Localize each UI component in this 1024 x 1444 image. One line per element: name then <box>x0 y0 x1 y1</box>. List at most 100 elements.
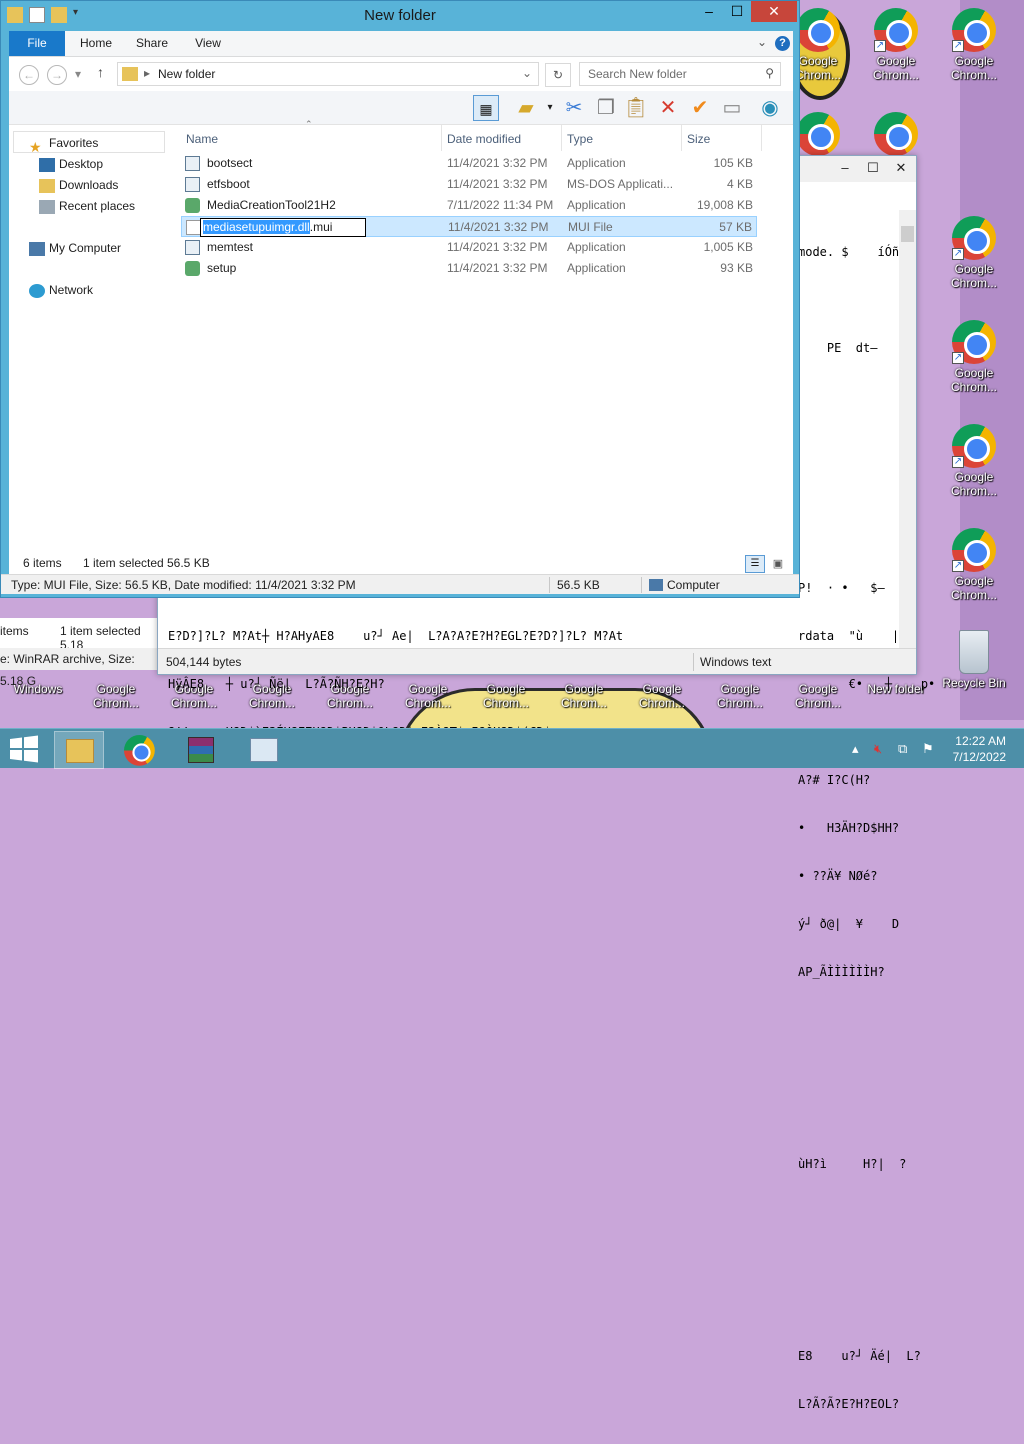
nav-favorites[interactable]: ★ Favorites <box>29 133 98 155</box>
chevron-down-icon[interactable]: ⌄ <box>522 66 532 80</box>
cut-icon[interactable]: ✂ <box>561 95 587 121</box>
column-header-size[interactable]: Size <box>687 129 710 149</box>
recent-locations-icon[interactable]: ▾ <box>75 67 81 81</box>
taskbar-winrar[interactable] <box>176 731 226 769</box>
explorer-window[interactable]: ▾ New folder – ☐ ✕ File Home Share View … <box>0 0 800 598</box>
taskbar-control-panel[interactable] <box>238 731 288 769</box>
desktop-icon-chrome[interactable]: ↗ Google Chrom... <box>939 528 1009 602</box>
network-icon <box>29 283 45 298</box>
background-explorer-window[interactable]: items 1 item selected 5.18 e: WinRAR arc… <box>0 618 160 688</box>
network-icon[interactable]: ⧉ <box>898 741 907 757</box>
tab-view[interactable]: View <box>185 31 231 56</box>
file-row-selected[interactable]: mediasetupuimgr.dll.mui 11/4/2021 3:32 P… <box>181 216 757 237</box>
desktop-icon-chrome[interactable]: ↗ Google Chrom... <box>939 216 1009 290</box>
show-hidden-icons[interactable]: ▴ <box>852 741 859 757</box>
nav-recent-places[interactable]: Recent places <box>39 196 135 216</box>
clock[interactable]: 12:22 AM 7/12/2022 <box>953 733 1006 765</box>
refresh-button[interactable]: ↻ <box>545 63 571 87</box>
tab-home[interactable]: Home <box>73 31 119 56</box>
column-header-date[interactable]: Date modified <box>447 129 521 149</box>
desktop-icon-chrome[interactable]: Google Chrom... <box>627 682 697 710</box>
delete-icon[interactable]: ✕ <box>655 95 681 121</box>
search-icon[interactable]: ⚲ <box>765 66 774 80</box>
desktop-icon-chrome[interactable]: ↗ Google Chrom... <box>939 320 1009 394</box>
status-selected: 1 item selected <box>83 556 164 570</box>
nav-desktop[interactable]: Desktop <box>39 154 103 174</box>
globe-icon[interactable]: ◉ <box>757 95 783 121</box>
titlebar[interactable]: ▾ New folder – ☐ ✕ <box>1 1 799 31</box>
nav-downloads[interactable]: Downloads <box>39 175 118 195</box>
back-button[interactable]: ← <box>19 65 39 85</box>
status-item-count: items <box>0 624 29 638</box>
minimize-button[interactable]: – <box>695 1 723 22</box>
scrollbar-thumb[interactable] <box>901 226 914 242</box>
volume-muted-icon[interactable]: 🔇︎ <box>874 741 882 757</box>
taskbar: ▴ 🔇︎ ⧉ ⚑ 12:22 AM 7/12/2022 <box>0 728 1024 769</box>
application-icon <box>185 177 200 192</box>
minimize-button[interactable]: – <box>830 158 860 178</box>
preview-pane-icon[interactable]: ▦ <box>473 95 499 121</box>
shortcut-arrow-icon: ↗ <box>952 560 964 572</box>
check-icon[interactable]: ✔ <box>687 95 713 121</box>
copy-icon[interactable]: ❐ <box>593 95 619 121</box>
column-header-name[interactable]: Name <box>186 129 218 149</box>
nav-network[interactable]: Network <box>29 280 93 300</box>
close-button[interactable]: ✕ <box>886 158 916 178</box>
details-view-icon[interactable]: ☰ <box>745 555 765 573</box>
desktop-icon-chrome[interactable]: Google Chrom... <box>705 682 775 710</box>
search-input[interactable]: Search New folder ⚲ <box>579 62 781 86</box>
taskbar-explorer[interactable] <box>54 731 104 769</box>
column-header-type[interactable]: Type <box>567 129 593 149</box>
desktop-icon-recycle-bin[interactable]: Recycle Bin <box>939 630 1009 690</box>
taskbar-chrome[interactable] <box>114 731 164 769</box>
ribbon-expand-icon[interactable]: ⌄ <box>757 35 767 49</box>
maximize-button[interactable]: ☐ <box>723 1 751 22</box>
desktop-icon-chrome[interactable]: ↗ Google Chrom... <box>939 424 1009 498</box>
notepad-text-area[interactable]: mode. $ íÓñ PE dt– P! · • $– rdata "ù | … <box>798 212 935 1444</box>
vertical-scrollbar[interactable] <box>899 210 916 648</box>
application-icon <box>185 240 200 255</box>
file-row[interactable]: bootsect 11/4/2021 3:32 PM Application 1… <box>181 153 757 174</box>
media-creation-tool-icon <box>185 198 200 213</box>
action-center-icon[interactable]: ⚑ <box>922 741 934 757</box>
chevron-down-icon[interactable]: ▾ <box>537 95 563 121</box>
status-divider <box>693 653 694 671</box>
encoding-label: Windows text <box>700 655 772 669</box>
up-arrow-icon[interactable]: ↑ <box>97 64 104 80</box>
nav-my-computer[interactable]: My Computer <box>29 238 121 258</box>
file-row[interactable]: memtest 11/4/2021 3:32 PM Application 1,… <box>181 237 757 258</box>
rename-input[interactable]: mediasetupuimgr.dll.mui <box>200 218 366 237</box>
downloads-icon <box>39 178 55 193</box>
shortcut-arrow-icon: ↗ <box>952 352 964 364</box>
file-icon <box>186 220 201 235</box>
desktop-icon-chrome[interactable]: ↗ Google Chrom... <box>861 8 931 82</box>
file-row[interactable]: etfsboot 11/4/2021 3:32 PM MS-DOS Applic… <box>181 174 757 195</box>
forward-button[interactable]: → <box>47 65 67 85</box>
address-bar[interactable]: ▸ New folder ⌄ <box>117 62 539 86</box>
close-button[interactable]: ✕ <box>751 1 797 22</box>
desktop-icon-chrome[interactable] <box>861 112 931 158</box>
tab-share[interactable]: Share <box>129 31 175 56</box>
folder-options-icon[interactable]: ▰ <box>513 95 539 121</box>
control-panel-icon <box>250 738 278 762</box>
recycle-bin-icon <box>959 630 989 674</box>
paste-icon[interactable]: 📋︎ <box>623 95 649 121</box>
star-icon: ★ <box>29 138 42 155</box>
breadcrumb[interactable]: New folder <box>158 67 215 81</box>
help-icon[interactable]: ? <box>775 36 790 51</box>
rename-icon[interactable]: ▭ <box>719 95 745 121</box>
file-row[interactable]: setup 11/4/2021 3:32 PM Application 93 K… <box>181 258 757 279</box>
large-icons-view-icon[interactable]: ▣ <box>769 555 787 573</box>
notepad-statusbar: 504,144 bytes Windows text <box>158 648 916 674</box>
desktop-icon-chrome[interactable]: Google Chrom... <box>81 682 151 710</box>
details-info: Type: MUI File, Size: 56.5 KB, Date modi… <box>11 578 356 592</box>
command-toolbar: ▦ ▰ ▾ ✂ ❐ 📋︎ ✕ ✔ ▭ ◉ <box>9 91 793 125</box>
desktop-icon-chrome[interactable]: ↗ Google Chrom... <box>939 8 1009 82</box>
chrome-icon <box>124 735 155 766</box>
maximize-button[interactable]: ☐ <box>858 158 888 178</box>
file-row[interactable]: MediaCreationTool21H2 7/11/2022 11:34 PM… <box>181 195 757 216</box>
details-location: Computer <box>667 578 720 592</box>
tab-file[interactable]: File <box>9 31 65 56</box>
start-button[interactable] <box>8 735 40 763</box>
chrome-icon <box>796 112 840 156</box>
